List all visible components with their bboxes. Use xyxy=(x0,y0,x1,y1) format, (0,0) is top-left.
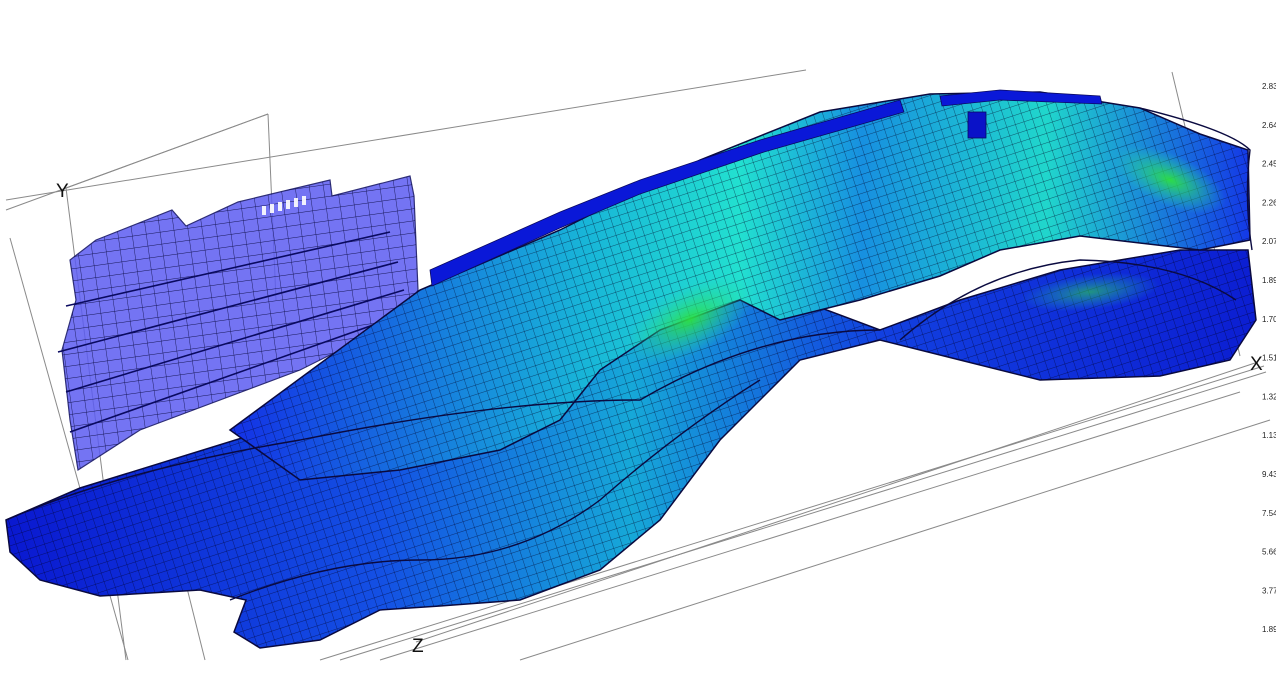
y-axis-label: Y xyxy=(56,181,69,202)
legend-label: 5.66 xyxy=(1262,548,1276,557)
fe-model-viewport[interactable]: Y X Z 2.832.642.452.262.071.891.701.511.… xyxy=(0,0,1276,674)
legend-label: 9.43 xyxy=(1262,470,1276,479)
legend-label: 1.70 xyxy=(1262,315,1276,324)
legend-label: 1.89 xyxy=(1262,625,1276,634)
z-axis-label: Z xyxy=(412,636,424,657)
legend-label: 1.89 xyxy=(1262,276,1276,285)
legend-label: 3.77 xyxy=(1262,586,1276,595)
legend-label: 1.13 xyxy=(1262,431,1276,440)
legend-label: 2.83 xyxy=(1262,82,1276,91)
legend-label: 1.51 xyxy=(1262,354,1276,363)
color-legend: 2.83 2.64 2.45 2.26 2.07 1.89 1.70 1.51 1.32 1.13… xyxy=(1262,82,1276,634)
legend-label: 2.26 xyxy=(1262,198,1276,207)
legend-label: 2.07 xyxy=(1262,237,1276,246)
legend-label: 2.64 xyxy=(1262,121,1276,130)
legend-label: 2.45 xyxy=(1262,160,1276,169)
legend-label: 7.54 xyxy=(1262,509,1276,518)
legend-label: 1.32 xyxy=(1262,392,1276,401)
